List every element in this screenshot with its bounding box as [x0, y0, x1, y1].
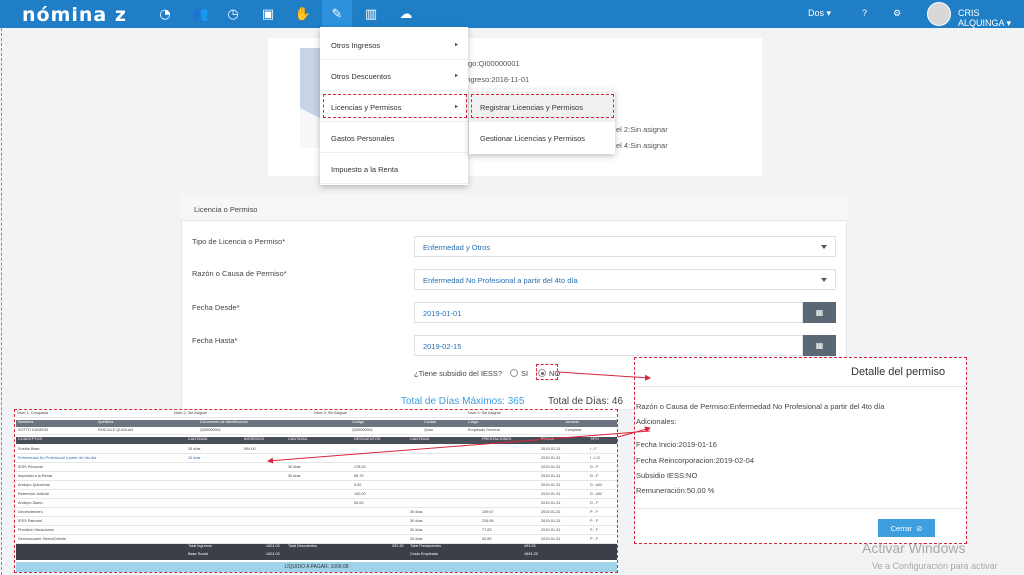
annotation-arrows: [267, 371, 651, 464]
caret-right-icon: ▸: [454, 73, 458, 79]
menu-item-otros-descuentos[interactable]: Otros Descuentos ▸: [320, 60, 468, 91]
arrow-detail-to-slip: [267, 430, 651, 464]
caret-right-icon: ▸: [454, 42, 458, 48]
menu-highlight: [323, 94, 467, 118]
submenu-highlight: [471, 94, 614, 118]
windows-activation-subtitle: Ve a Configuración para activar: [872, 561, 998, 571]
submenu-gestionar[interactable]: Gestionar Licencias y Permisos: [469, 122, 615, 153]
arrow-no-to-detail: [557, 371, 651, 381]
windows-activation-title: Activar Windows: [862, 540, 966, 556]
menu-item-gastos-personales[interactable]: Gastos Personales: [320, 122, 468, 153]
menu-item-otros-ingresos[interactable]: Otros Ingresos ▸: [320, 29, 468, 60]
menu-item-impuesto-renta[interactable]: Impuesto a la Renta: [320, 153, 468, 184]
arrow-slip-to-detail: [617, 426, 651, 438]
